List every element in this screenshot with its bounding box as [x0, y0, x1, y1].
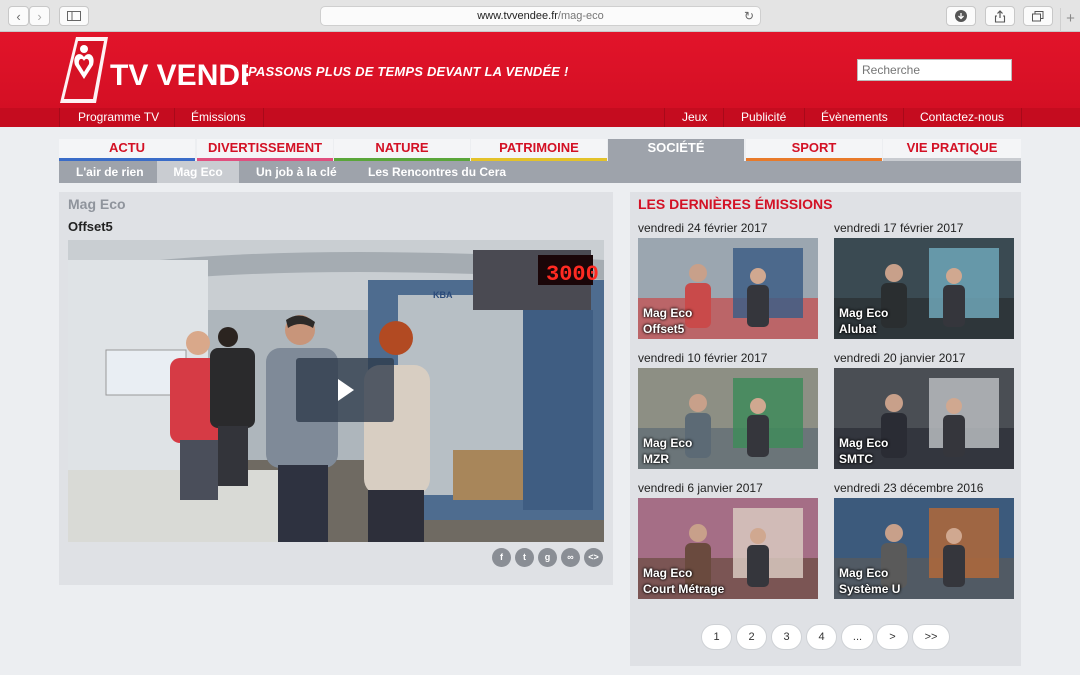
embed-icon[interactable]: <> [584, 548, 603, 567]
subnav-rencontres-du-cera[interactable]: Les Rencontres du Cera [359, 161, 515, 183]
episode-show: Mag Eco [839, 566, 889, 580]
subnav-l-air-de-rien[interactable]: L'air de rien [67, 161, 153, 183]
episode-title: MZR [643, 452, 669, 466]
category-tab-3[interactable]: PATRIMOINE [471, 139, 607, 161]
nav-divider [1021, 108, 1022, 127]
nav-jeux[interactable]: Jeux [682, 110, 707, 124]
nav-divider [174, 108, 175, 127]
section-title: Mag Eco [68, 196, 126, 212]
episode-date: vendredi 20 janvier 2017 [834, 351, 966, 365]
video-player[interactable]: 3000 KBA [68, 240, 604, 542]
episode-show: Mag Eco [839, 306, 889, 320]
category-tab-1[interactable]: DIVERTISSEMENT [197, 139, 333, 161]
episode-card[interactable]: vendredi 24 février 2017 Mag Eco Offset5 [638, 221, 818, 339]
nav-publicite[interactable]: Publicité [741, 110, 786, 124]
page-button[interactable]: >> [912, 624, 950, 650]
episode-card[interactable]: vendredi 10 février 2017 Mag Eco MZR [638, 351, 818, 469]
nav-divider [59, 108, 60, 127]
url-domain: www.tvvendee.fr [477, 10, 558, 22]
episode-show: Mag Eco [643, 306, 693, 320]
subnav-un-job-a-la-cle[interactable]: Un job à la clé [247, 161, 346, 183]
sub-navigation: L'air de rien Mag Eco Un job à la clé Le… [59, 161, 1021, 183]
episode-date: vendredi 10 février 2017 [638, 351, 768, 365]
episode-title: Alubat [839, 322, 877, 336]
episode-show: Mag Eco [839, 436, 889, 450]
sidebar-icon [67, 11, 81, 21]
svg-text:TV VENDÉE: TV VENDÉE [110, 58, 248, 92]
episode-show: Mag Eco [643, 566, 693, 580]
page-button[interactable]: 3 [771, 624, 802, 650]
browser-toolbar: ‹ › www.tvvendee.fr/mag-eco ↻ + [0, 0, 1080, 32]
episode-thumbnail[interactable]: Mag Eco Alubat [834, 238, 1014, 339]
address-bar[interactable]: www.tvvendee.fr/mag-eco ↻ [320, 6, 761, 26]
page-button[interactable]: 2 [736, 624, 767, 650]
category-tab-0[interactable]: ACTU [59, 139, 195, 161]
subnav-mag-eco[interactable]: Mag Eco [157, 161, 239, 183]
episode-date: vendredi 6 janvier 2017 [638, 481, 763, 495]
top-navigation: Programme TV Émissions Jeux Publicité Év… [0, 108, 1080, 127]
play-button[interactable] [296, 358, 394, 422]
episode-date: vendredi 17 février 2017 [834, 221, 964, 235]
tabs-overview-icon [1032, 10, 1044, 21]
page-button[interactable]: ... [841, 624, 874, 650]
nav-divider [664, 108, 665, 127]
main-content: Mag Eco Offset5 3000 KBA f t g ∞ <> [59, 192, 613, 585]
reload-icon[interactable]: ↻ [744, 9, 754, 23]
site-slogan: PASSONS PLUS DE TEMPS DEVANT LA VENDÉE ! [248, 64, 569, 79]
google-plus-icon[interactable]: g [538, 548, 557, 567]
share-icon [994, 9, 1006, 23]
episode-card[interactable]: vendredi 17 février 2017 Mag Eco Alubat [834, 221, 1014, 339]
download-icon [955, 10, 967, 22]
episode-date: vendredi 24 février 2017 [638, 221, 768, 235]
episode-card[interactable]: vendredi 6 janvier 2017 Mag Eco Court Métr… [638, 481, 818, 599]
nav-programme-tv[interactable]: Programme TV [78, 110, 159, 124]
back-button[interactable]: ‹ [8, 6, 29, 26]
new-tab-button[interactable]: + [1060, 8, 1080, 32]
nav-divider [804, 108, 805, 127]
site-header: TV VENDÉE PASSONS PLUS DE TEMPS DEVANT L… [0, 32, 1080, 108]
url-path: /mag-eco [557, 10, 604, 22]
page-button[interactable]: > [876, 624, 909, 650]
episode-title: SMTC [839, 452, 873, 466]
page-button[interactable]: 4 [806, 624, 837, 650]
nav-divider [263, 108, 264, 127]
episode-show: Mag Eco [643, 436, 693, 450]
episode-card[interactable]: vendredi 20 janvier 2017 Mag Eco SMTC [834, 351, 1014, 469]
forward-button[interactable]: › [29, 6, 50, 26]
category-tab-4[interactable]: SOCIÉTÉ [608, 139, 744, 162]
category-tab-6[interactable]: VIE PRATIQUE [883, 139, 1021, 161]
episode-title: Système U [839, 582, 901, 596]
episode-thumbnail[interactable]: Mag Eco SMTC [834, 368, 1014, 469]
episode-card[interactable]: vendredi 23 décembre 2016 Mag Eco Système … [834, 481, 1014, 599]
twitter-icon[interactable]: t [515, 548, 534, 567]
sidebar-heading: LES DERNIÈRES ÉMISSIONS [638, 196, 833, 212]
episode-title: Offset5 [643, 322, 685, 336]
episode-date: vendredi 23 décembre 2016 [834, 481, 984, 495]
nav-evenements[interactable]: Évènements [821, 110, 888, 124]
sidebar-toggle-button[interactable] [59, 6, 89, 26]
episode-title: Court Métrage [643, 582, 725, 596]
downloads-button[interactable] [946, 6, 976, 26]
search-input[interactable] [857, 59, 1012, 81]
svg-text:3000: 3000 [546, 262, 599, 287]
category-tab-5[interactable]: SPORT [746, 139, 882, 161]
video-title: Offset5 [68, 219, 113, 234]
nav-divider [903, 108, 904, 127]
episode-thumbnail[interactable]: Mag Eco Système U [834, 498, 1014, 599]
tabs-button[interactable] [1023, 6, 1053, 26]
facebook-icon[interactable]: f [492, 548, 511, 567]
episode-thumbnail[interactable]: Mag Eco Offset5 [638, 238, 818, 339]
episode-thumbnail[interactable]: Mag Eco MZR [638, 368, 818, 469]
share-button[interactable] [985, 6, 1015, 26]
episode-thumbnail[interactable]: Mag Eco Court Métrage [638, 498, 818, 599]
link-icon[interactable]: ∞ [561, 548, 580, 567]
category-tab-2[interactable]: NATURE [334, 139, 470, 161]
nav-divider [723, 108, 724, 127]
svg-text:KBA: KBA [433, 290, 453, 300]
page-button[interactable]: 1 [701, 624, 732, 650]
tv-vendee-logo[interactable]: TV VENDÉE [58, 35, 248, 105]
nav-emissions[interactable]: Émissions [191, 110, 246, 124]
nav-contactez-nous[interactable]: Contactez-nous [920, 110, 1004, 124]
